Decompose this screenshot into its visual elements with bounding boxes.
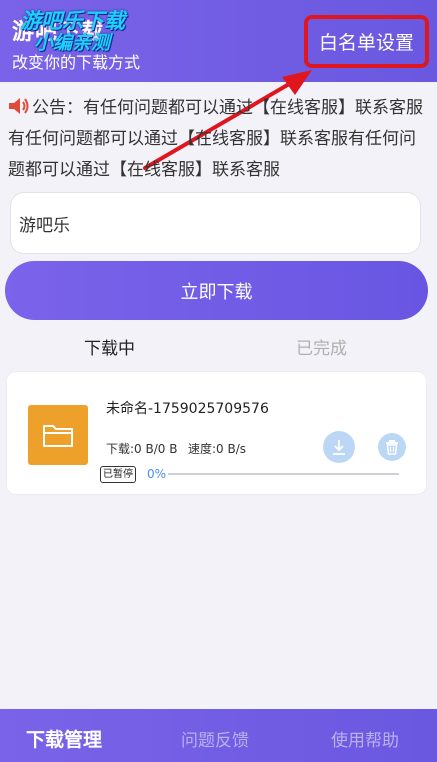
- progress-percent: 0%: [147, 467, 167, 481]
- whitelist-settings-button[interactable]: 白名单设置: [304, 15, 429, 68]
- download-item[interactable]: 未命名-1759025709576 下载:0 B/0 B 速度:0 B/s 已暂…: [6, 371, 427, 495]
- download-speed: 速度:0 B/s: [188, 442, 247, 456]
- nav-download-manager[interactable]: 下载管理: [26, 725, 102, 752]
- speaker-icon: [9, 98, 29, 114]
- status-badge: 已暂停: [100, 466, 136, 483]
- file-name: 未命名-1759025709576: [106, 401, 269, 417]
- bottom-nav: 下载管理 问题反馈 使用帮助: [0, 709, 437, 762]
- nav-feedback[interactable]: 问题反馈: [181, 726, 249, 751]
- nav-help[interactable]: 使用帮助: [331, 726, 399, 751]
- watermark: 游吧乐下载 小编亲测: [20, 10, 125, 54]
- trash-icon: [386, 440, 398, 455]
- delete-button[interactable]: [378, 433, 406, 461]
- resume-download-button[interactable]: [323, 431, 355, 463]
- announcement: 公告：有任何问题都可以通过【在线客服】联系客服有任何问题都可以通过【在线客服】联…: [8, 93, 428, 186]
- downloaded-size: 下载:0 B/0 B: [106, 442, 178, 456]
- download-now-button[interactable]: 立即下载: [5, 261, 428, 320]
- tab-downloading[interactable]: 下载中: [84, 334, 135, 359]
- folder-icon: [28, 405, 88, 465]
- announcement-text: 公告：有任何问题都可以通过【在线客服】联系客服有任何问题都可以通过【在线客服】联…: [8, 98, 423, 180]
- url-input[interactable]: 游吧乐: [10, 192, 421, 254]
- progress-bar: [168, 473, 399, 475]
- watermark-line-1: 游吧乐下载: [20, 9, 125, 33]
- app-header: 游吧下载 改变你的下载方式 游吧乐下载 小编亲测 白名单设置: [0, 0, 437, 82]
- tab-completed[interactable]: 已完成: [296, 334, 347, 359]
- watermark-line-2: 小编亲测: [34, 32, 111, 54]
- download-icon: [333, 440, 345, 455]
